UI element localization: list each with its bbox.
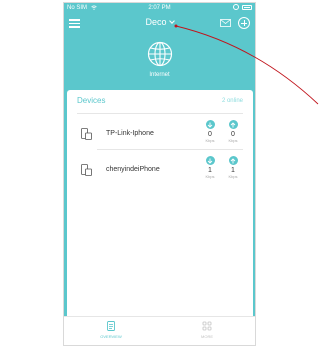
battery-icon [242, 4, 252, 10]
alarm-icon [233, 4, 239, 10]
download-unit: Kbps [205, 138, 215, 143]
more-grid-icon [202, 321, 212, 331]
tab-overview[interactable]: OVERVIEW [86, 321, 136, 339]
globe-icon [147, 41, 172, 67]
overview-icon [107, 321, 115, 331]
download-speed: 1 Kbps [203, 156, 217, 179]
phone-tablet-icon [81, 128, 92, 140]
upload-unit: Kbps [228, 174, 238, 179]
nav-bar: Deco [64, 14, 255, 34]
download-unit: Kbps [205, 174, 215, 179]
upload-arrow-icon [228, 120, 238, 129]
add-icon[interactable] [238, 17, 250, 29]
device-row[interactable]: TP-Link-Iphone 0 Kbps 0 Kbps [77, 116, 243, 150]
chevron-down-icon [168, 18, 175, 24]
devices-title: Devices [77, 96, 106, 105]
upload-speed: 1 Kbps [226, 156, 240, 179]
phone-screen: No SIM 2:07 PM Deco Internet Devices 2 o… [63, 2, 256, 346]
network-title: Deco [145, 17, 167, 27]
devices-header[interactable]: Devices 2 online [77, 96, 243, 110]
download-value: 1 [208, 167, 212, 174]
row-divider [97, 149, 243, 150]
status-right [233, 4, 252, 10]
upload-value: 1 [231, 167, 235, 174]
download-speed: 0 Kbps [203, 120, 217, 143]
online-count: 2 online [221, 98, 243, 104]
devices-card: Devices 2 online TP-Link-Iphone 0 Kbps 0… [67, 90, 253, 320]
device-name: TP-Link-Iphone [106, 130, 154, 137]
tab-more[interactable]: MORE [182, 321, 232, 339]
tab-more-label: MORE [201, 334, 213, 339]
internet-status[interactable]: Internet [64, 41, 255, 78]
download-value: 0 [208, 131, 212, 138]
device-name: chenyindeiPhone [106, 166, 160, 173]
phone-tablet-icon [81, 164, 92, 176]
upload-unit: Kbps [228, 138, 238, 143]
download-arrow-icon [205, 120, 215, 129]
upload-value: 0 [231, 131, 235, 138]
tab-bar: OVERVIEW MORE [64, 316, 255, 345]
upload-arrow-icon [228, 156, 238, 165]
internet-label: Internet [149, 72, 170, 78]
status-time: 2:07 PM [148, 5, 171, 11]
download-arrow-icon [205, 156, 215, 165]
mail-icon[interactable] [220, 19, 231, 27]
upload-speed: 0 Kbps [226, 120, 240, 143]
tab-overview-label: OVERVIEW [100, 334, 122, 339]
divider [77, 113, 243, 114]
device-row[interactable]: chenyindeiPhone 1 Kbps 1 Kbps [77, 152, 243, 186]
status-bar: No SIM 2:07 PM [64, 3, 255, 13]
